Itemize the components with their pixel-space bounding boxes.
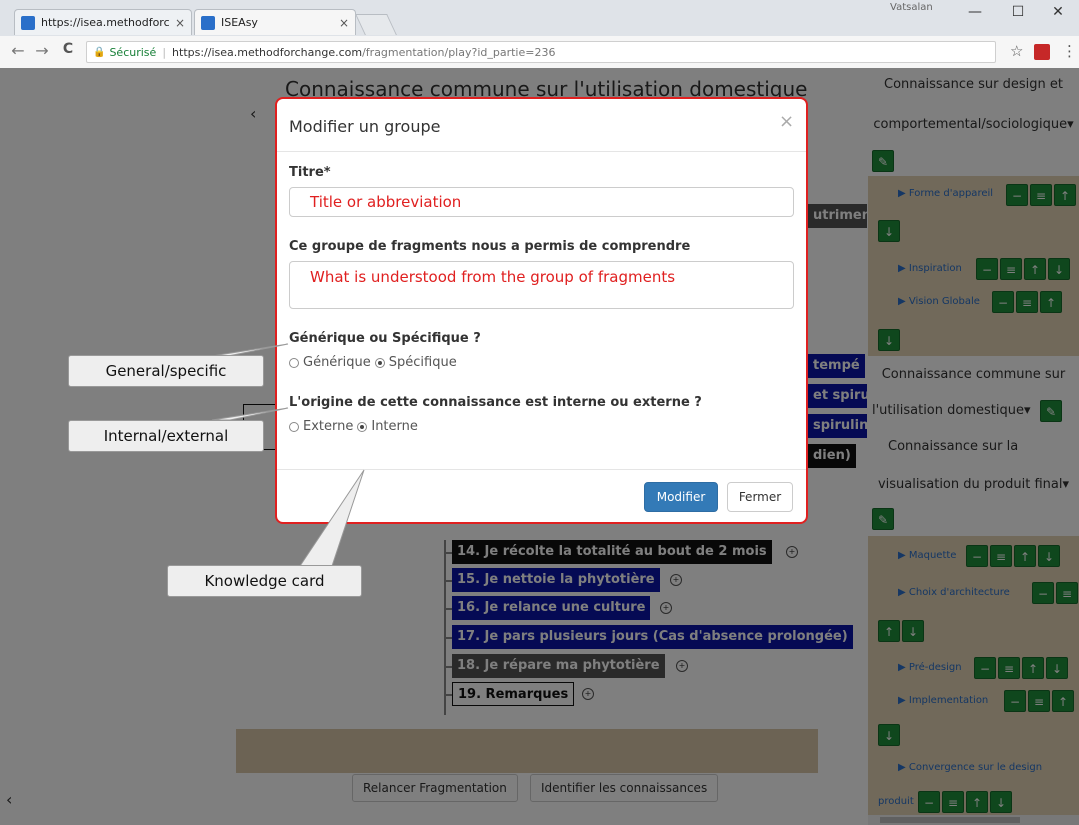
callout-internal-external: Internal/external bbox=[68, 420, 264, 452]
callout-knowledge-card: Knowledge card bbox=[167, 565, 362, 597]
callout-general-specific: General/specific bbox=[68, 355, 264, 387]
callout-pointer-internal bbox=[211, 407, 289, 421]
callout-pointer-knowledge bbox=[299, 469, 365, 567]
callout-pointers bbox=[211, 343, 365, 567]
